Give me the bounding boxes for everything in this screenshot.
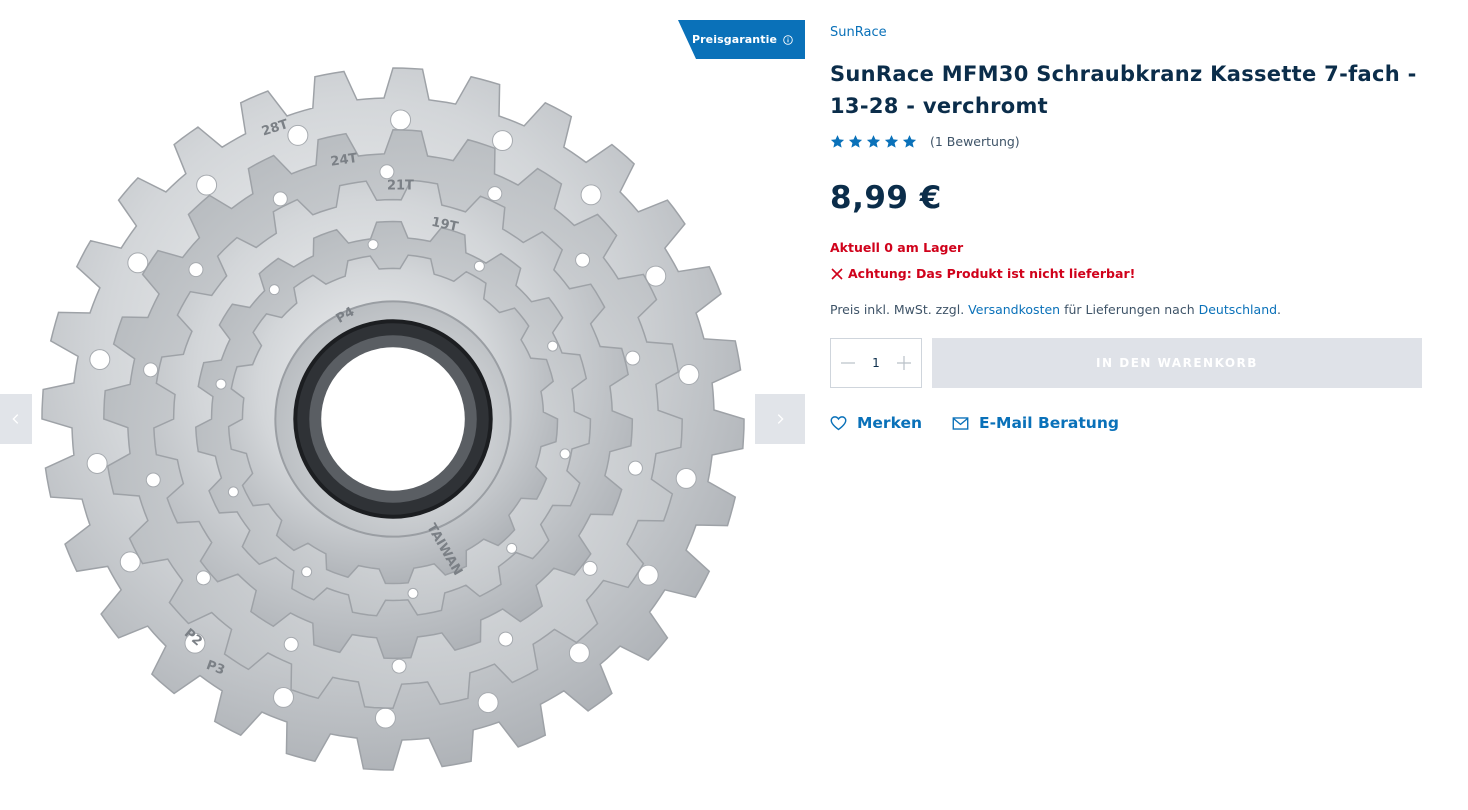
sprocket-hole <box>498 631 514 647</box>
sprocket-hole <box>143 362 159 378</box>
sprocket-hole <box>391 658 407 674</box>
sprocket-hole <box>678 364 700 385</box>
stock-status: Aktuell 0 am Lager <box>830 240 964 255</box>
sprocket-hole <box>283 636 299 652</box>
plus-icon <box>897 356 911 370</box>
sprocket-hole <box>287 124 309 146</box>
close-x-icon <box>831 267 843 280</box>
star-icon <box>884 135 899 148</box>
sprocket-hole <box>487 186 503 202</box>
product-price: 8,99 € <box>830 180 942 216</box>
sprocket-hole <box>273 686 294 708</box>
sprocket-hole <box>625 350 641 366</box>
price-guarantee-label: Preisgarantie <box>691 33 777 46</box>
gallery-next-button[interactable] <box>755 394 805 444</box>
country-link[interactable]: Deutschland <box>1199 302 1277 317</box>
minus-icon <box>841 362 855 364</box>
product-actions: Merken E-Mail Beratung <box>830 414 1119 432</box>
chevron-right-icon <box>777 414 784 424</box>
delivery-warning: Achtung: Das Produkt ist nicht lieferbar… <box>830 266 1135 281</box>
sprocket-hole <box>407 587 419 599</box>
product-title: SunRace MFM30 Schraubkranz Kassette 7-fa… <box>830 62 1417 118</box>
sprocket-hole <box>390 109 412 131</box>
sprocket-hole <box>580 184 602 206</box>
sprocket-hole <box>268 284 280 296</box>
tax-middle: für Lieferungen nach <box>1064 302 1195 317</box>
email-consultation-button[interactable]: E-Mail Beratung <box>952 414 1119 432</box>
sprocket-hole <box>374 707 396 729</box>
gallery-prev-button[interactable] <box>0 394 32 444</box>
sprocket-hole <box>379 164 395 180</box>
sprocket-hole <box>215 378 227 390</box>
sprocket-hole <box>196 174 218 196</box>
engraving-label: 21T <box>387 179 414 194</box>
wishlist-label: Merken <box>857 414 923 432</box>
sprocket-hole <box>188 262 204 278</box>
product-gallery: 28T 24T 21T 19T P4 TAIWAN P3 P2 Preisgarantie <box>0 0 806 810</box>
sprocket-hole <box>145 472 161 488</box>
sprocket-hole <box>675 467 697 489</box>
wishlist-button[interactable]: Merken <box>830 414 922 432</box>
star-icon <box>866 135 881 148</box>
sprocket-hole <box>301 566 313 578</box>
tax-info: Preis inkl. MwSt. zzgl. Versandkosten fü… <box>830 302 1281 317</box>
sprocket-hole <box>473 260 485 272</box>
sprocket-hole <box>627 460 643 476</box>
sprocket-hole <box>575 252 591 268</box>
sprocket-hole <box>272 191 288 207</box>
sprocket-hole <box>492 130 513 152</box>
sprocket-hole <box>547 340 559 352</box>
heart-icon <box>830 415 847 430</box>
rating-stars <box>830 134 917 149</box>
product-rating: (1 Bewertung) <box>830 134 1020 149</box>
quantity-decrease-button[interactable] <box>839 354 857 372</box>
email-consultation-label: E-Mail Beratung <box>979 414 1119 432</box>
sprocket-hole <box>477 692 499 714</box>
quantity-stepper <box>830 338 922 388</box>
info-icon <box>783 34 793 45</box>
sprocket-hole <box>506 542 518 554</box>
add-to-cart-button[interactable]: IN DEN WARENKORB <box>932 338 1422 388</box>
rating-count-link[interactable]: (1 Bewertung) <box>930 134 1020 149</box>
delivery-warning-text: Achtung: Das Produkt ist nicht lieferbar… <box>848 266 1136 281</box>
brand-link[interactable]: SunRace <box>830 25 887 40</box>
price-guarantee-badge[interactable]: Preisgarantie <box>678 20 805 59</box>
product-image[interactable]: 28T24T21T19TP4TAIWANP3P2 <box>36 58 754 776</box>
tax-suffix: . <box>1277 302 1282 317</box>
quantity-input[interactable] <box>861 356 891 370</box>
star-icon <box>902 135 917 148</box>
mail-icon <box>952 416 969 430</box>
sprocket-hole <box>582 560 598 576</box>
star-icon <box>830 135 845 148</box>
sprocket-hole <box>195 570 211 586</box>
quantity-increase-button[interactable] <box>895 354 913 372</box>
shipping-costs-link[interactable]: Versandkosten <box>968 302 1060 317</box>
tax-prefix: Preis inkl. MwSt. zzgl. <box>830 302 965 317</box>
sprocket-hole <box>568 642 590 664</box>
sprocket-hole <box>559 448 571 460</box>
sprocket-hole <box>227 486 239 498</box>
sprocket-hole <box>86 452 108 474</box>
chevron-left-icon <box>12 414 19 424</box>
sprocket-hole <box>367 239 379 251</box>
star-icon <box>848 135 863 148</box>
sprocket-hole <box>89 349 111 371</box>
